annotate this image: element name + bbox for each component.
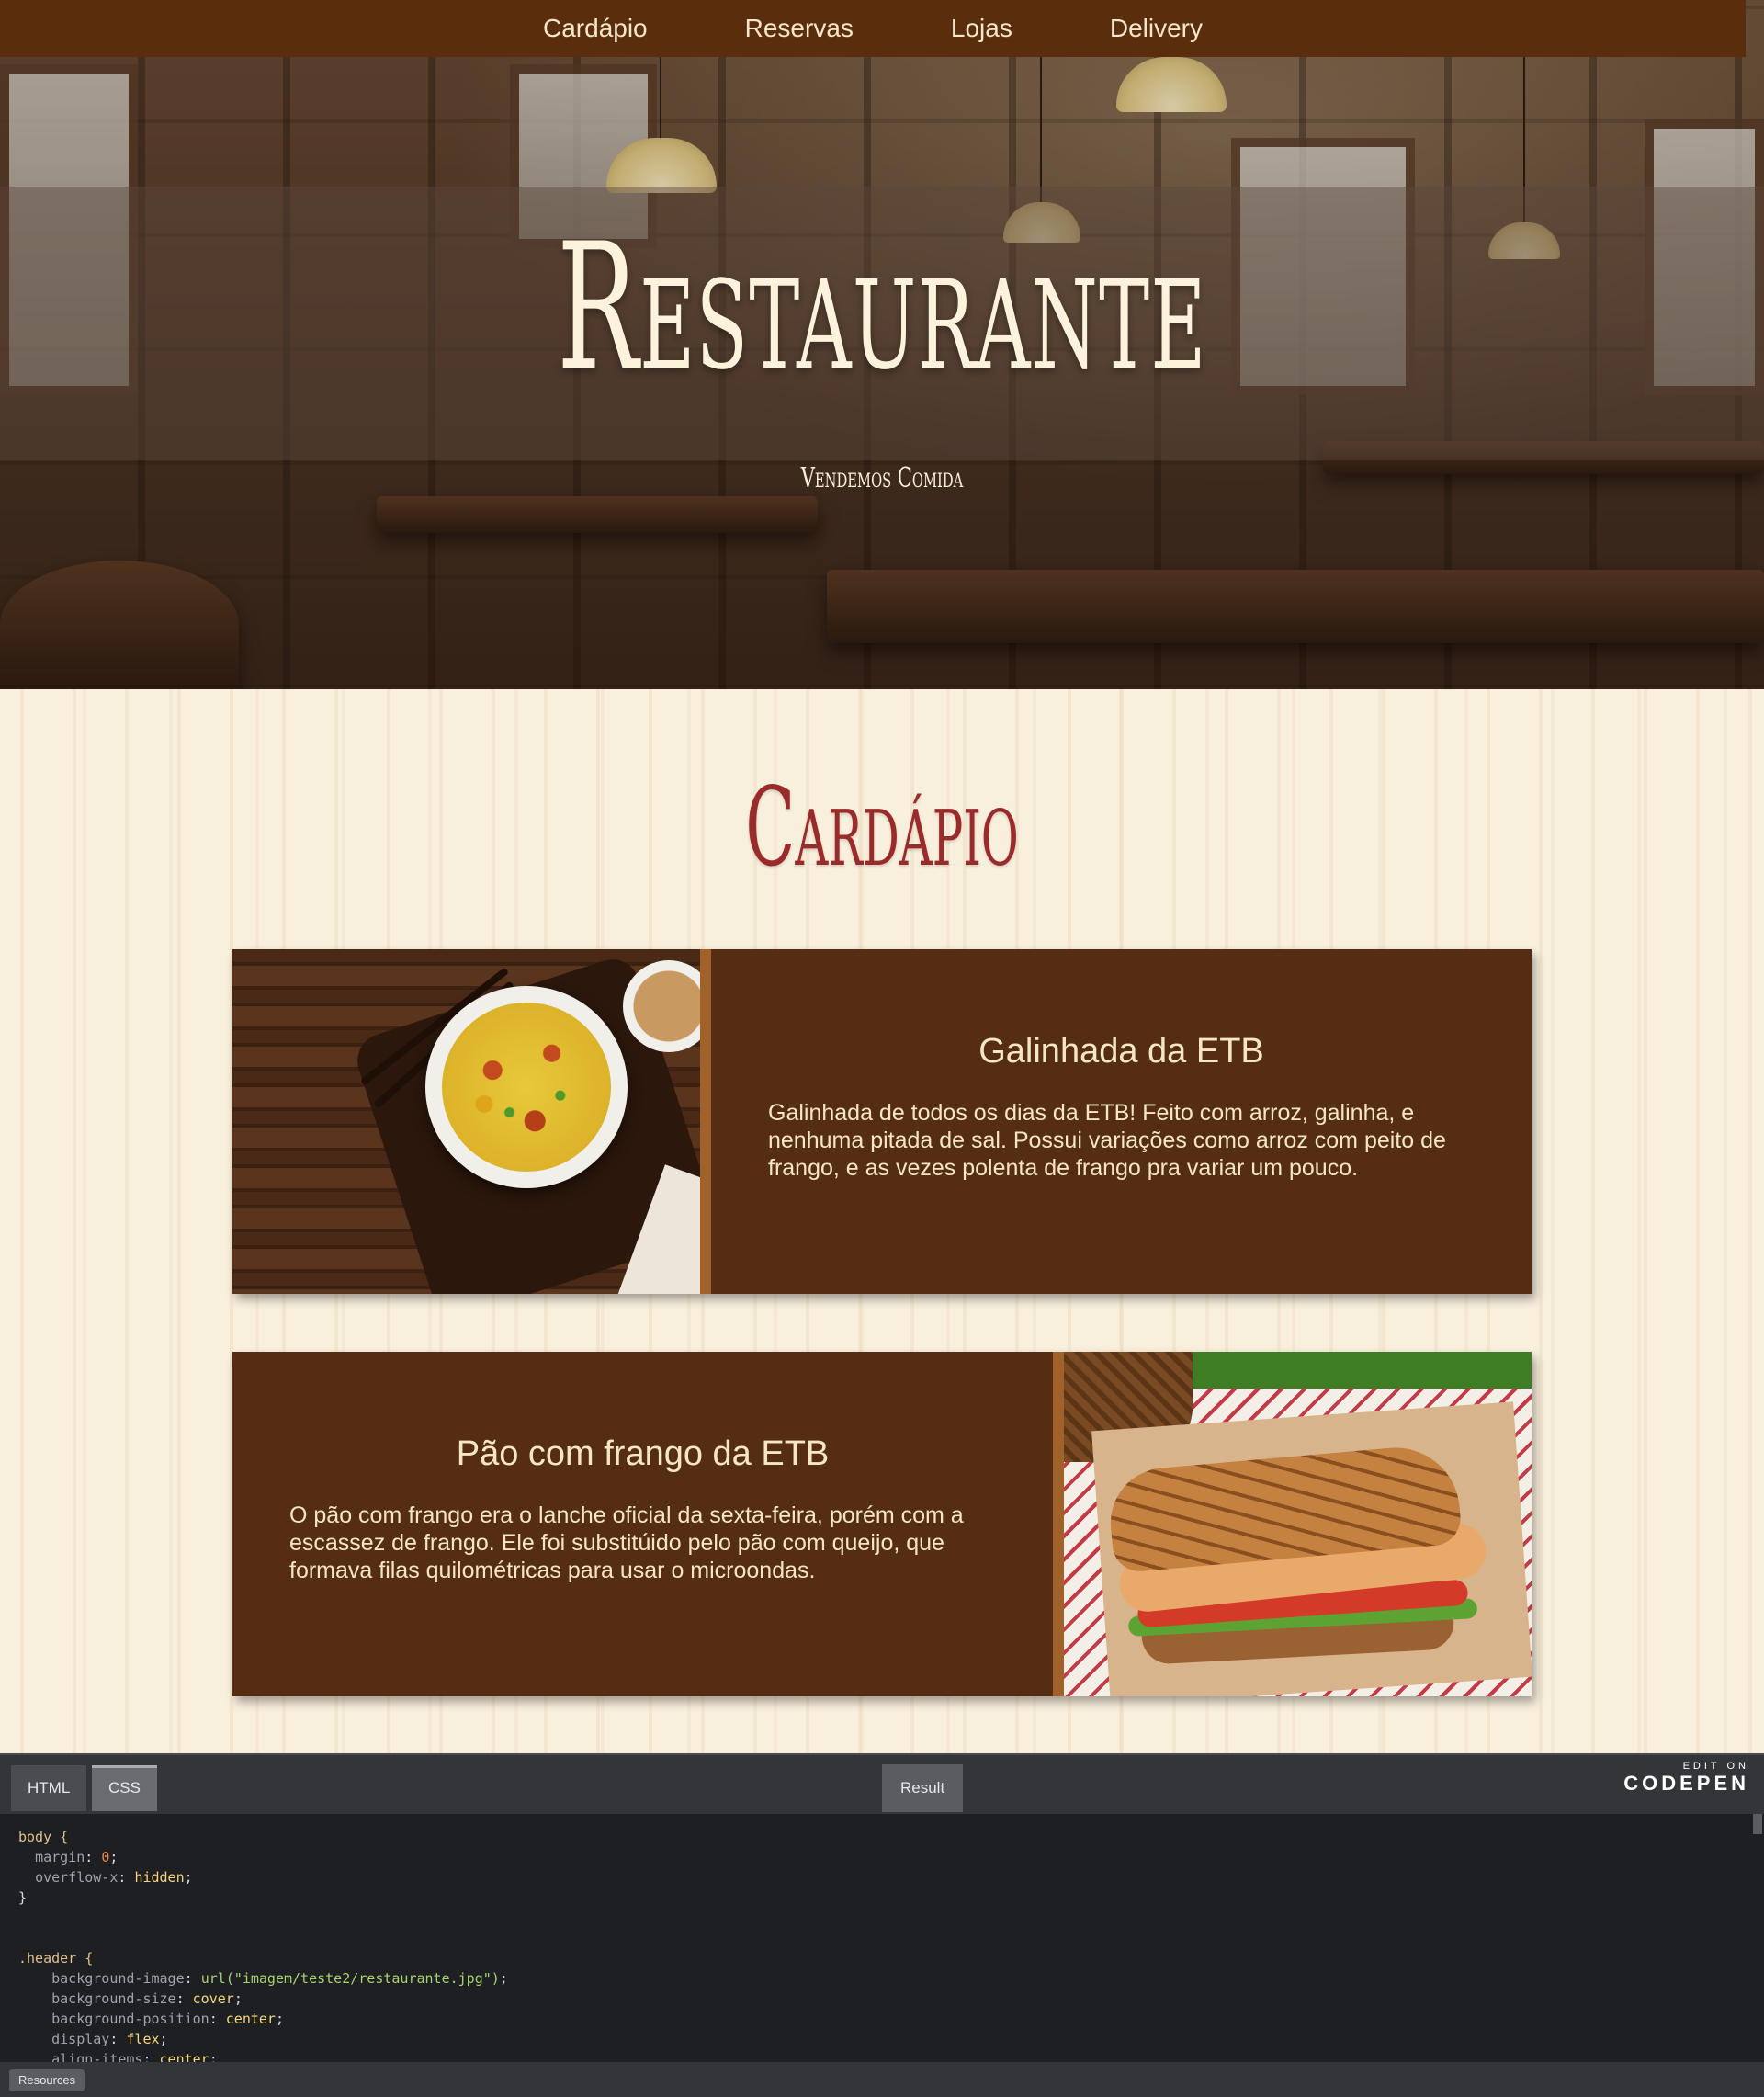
codepen-wordmark: CODEPEN [1623,1772,1749,1795]
nav-item-lojas[interactable]: Lojas [902,14,1061,43]
top-nav: Cardápio Reservas Lojas Delivery [0,0,1746,57]
nav-item-cardapio[interactable]: Cardápio [494,14,696,43]
hero-title: Restaurante [557,206,1207,409]
menu-item-description: Galinhada de todos os dias da ETB! Feito… [768,1100,1446,1181]
menu-card: Galinhada da ETB Galinhada de todos os d… [232,949,1532,1294]
result-button[interactable]: Result [882,1764,964,1812]
card-text: Pão com frango da ETB O pão com frango e… [232,1352,1053,1696]
codepen-footer: Resources [0,2062,1764,2097]
codepen-toolbar: HTML CSS Result EDIT ON CODEPEN [0,1753,1764,1814]
nav-item-reservas[interactable]: Reservas [696,14,902,43]
menu-title: Cardápio [745,764,1019,890]
menu-item-name: Galinhada da ETB [978,1032,1264,1071]
nav-item-delivery[interactable]: Delivery [1061,14,1251,43]
rice-bowl-photo [232,949,700,1294]
resources-button[interactable]: Resources [9,2069,85,2091]
menu-item-description: O pão com frango era o lanche oficial da… [289,1502,964,1583]
tab-html[interactable]: HTML [11,1765,87,1811]
editor-scrollbar[interactable] [1753,1814,1762,1834]
tab-css[interactable]: CSS [92,1765,157,1811]
card-divider [700,949,711,1294]
chicken-sandwich-photo [1064,1352,1532,1696]
hero-subtitle: Vendemos Comida [800,462,964,494]
menu-section: Cardápio Galinhada da ETB Galinhada de t… [0,689,1764,1753]
card-text: Galinhada da ETB Galinhada de todos os d… [711,949,1532,1294]
menu-item-name: Pão com frango da ETB [456,1434,830,1473]
menu-card: Pão com frango da ETB O pão com frango e… [232,1352,1532,1696]
codepen-logo[interactable]: EDIT ON CODEPEN [1623,1761,1749,1796]
card-divider [1053,1352,1064,1696]
css-code-editor[interactable]: body { margin: 0; overflow-x: hidden; } … [0,1814,1764,2062]
hero-banner: Restaurante Vendemos Comida [0,0,1764,689]
edit-on-label: EDIT ON [1682,1761,1749,1772]
